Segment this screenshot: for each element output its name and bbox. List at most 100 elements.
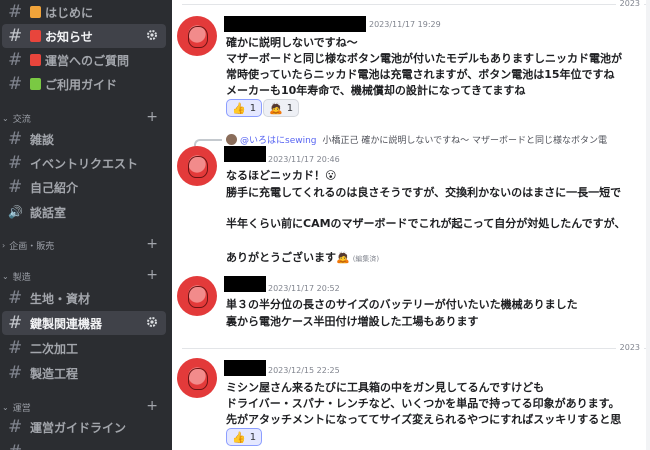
message-text: 先がアタッチメントになっててサイズ変えられるやつにすればスッキリすると思 [226,413,622,426]
message-text: 裏から電池ケース半田付け増設した工場もあります [226,315,479,328]
channel-zatsudan[interactable]: # 雑談 [0,127,168,151]
scrollbar[interactable] [646,0,650,450]
channel-label: お知らせ [45,29,93,44]
folder-emoji-icon [30,6,41,18]
channel-kiki[interactable]: # 鍵製関連機器 [2,311,166,335]
channel-hajimeni[interactable]: # はじめに [0,0,168,24]
redacted-username [224,360,266,376]
hash-icon: # [8,153,23,173]
redacted-username [224,276,266,292]
channel-guide[interactable]: # ご利用ガイド [0,72,168,96]
channel-oshirase[interactable]: # お知らせ [2,24,166,48]
channel-event-request[interactable]: # イベントリクエスト [0,151,168,175]
channel-label: イベントリクエスト [30,156,139,171]
reply-author[interactable]: @いろはにsewing [240,133,317,146]
channel-intro[interactable]: # 自己紹介 [0,175,168,199]
date-divider [182,348,650,349]
message-text: マザーボードと同じ様なボタン電池が付いたモデルもありますしニッカド電池が [226,52,622,65]
hash-icon: # [8,363,23,383]
reply-text: 小橋正己 確かに説明しないですね〜 マザーボードと同じ様なボタン電 [322,136,607,146]
chevron-right-icon: › [2,240,6,250]
channel-kiji[interactable]: # 生地・資材 [0,286,168,310]
category-koryu[interactable]: ⌄ 交流 + [0,109,172,125]
add-channel-icon[interactable]: + [146,398,158,414]
avatar[interactable] [177,146,217,186]
channel-label: 製造工程 [30,366,79,381]
message-pane: 2023 2023/11/17 19:29 確かに説明しないですね〜 マザーボー… [172,0,650,450]
channel-label: 自己紹介 [30,180,79,195]
channel-sidebar: # はじめに # お知らせ # 運営へのご質問 # ご利用ガイド ⌄ 交流 + … [0,0,172,450]
date-divider-label: 2023 [615,0,644,8]
category-seizo[interactable]: ⌄ 製造 + [0,267,172,283]
megaphone-emoji-icon [30,30,41,42]
channel-label: はじめに [45,5,94,20]
message-text: ありがとうございます🙇 (編集済) [226,251,380,264]
hash-icon: # [8,74,23,94]
channel-label: 運営ガイドライン [30,420,127,435]
channel-partial[interactable]: # [0,440,168,450]
hash-icon: # [8,50,23,70]
gear-icon[interactable] [146,316,158,328]
add-channel-icon[interactable]: + [146,267,158,283]
channel-label: 雑談 [30,132,55,147]
message-text: 確かに説明しないですね〜 [226,36,358,49]
channel-label: 二次加工 [30,341,79,356]
message-text: なるほどニッカド！😮 [226,169,337,182]
category-unei[interactable]: ⌄ 運営 + [0,398,172,414]
edited-label: (編集済) [352,255,380,263]
date-divider [182,4,650,5]
hash-icon: # [8,177,23,197]
message-timestamp: 2023/12/15 22:25 [268,366,340,375]
avatar[interactable] [177,16,217,56]
bow-icon: 🙇 [269,101,283,115]
add-channel-icon[interactable]: + [146,236,158,252]
chevron-down-icon: ⌄ [2,271,9,281]
redacted-username [224,146,266,162]
channel-label: 談話室 [30,205,67,220]
channel-label: ご利用ガイド [45,77,118,92]
message-text: 半年くらい前にCAMのマザーボードでこれが起こって自分が対処したんですが、 [226,217,626,230]
reaction-thumbs-up[interactable]: 👍 1 [226,428,263,446]
thumbs-up-icon: 👍 [232,430,246,444]
channel-danwashitsu[interactable]: 🔊 談話室 [0,200,168,224]
chevron-down-icon: ⌄ [2,402,9,412]
avatar[interactable] [177,276,217,316]
message-timestamp: 2023/11/17 19:29 [369,20,441,29]
message-text: 常時使っていたらニッカド電池は充電されますが、ボタン電池は15年位ですね [226,68,615,81]
channel-question[interactable]: # 運営へのご質問 [0,48,168,72]
message-text: 勝手に充電してくれるのは良さそうですが、交換利かないのはまさに一長一短で [226,186,622,199]
hash-icon: # [8,313,23,333]
add-channel-icon[interactable]: + [146,109,158,125]
hash-icon: # [8,2,23,22]
hash-icon: # [8,442,24,450]
reaction-bow[interactable]: 🙇 1 [263,99,300,117]
channel-niji-kako[interactable]: # 二次加工 [0,336,168,360]
redacted-username [224,16,366,32]
hash-icon: # [8,338,23,358]
hash-icon: # [8,129,23,149]
channel-label: 鍵製関連機器 [30,316,103,331]
message-timestamp: 2023/11/17 20:46 [268,155,340,164]
reaction-thumbs-up[interactable]: 👍 1 [226,99,263,117]
channel-label: 生地・資材 [30,291,91,306]
category-kikaku[interactable]: › 企画・販売 + [0,236,172,252]
chevron-down-icon: ⌄ [2,113,9,123]
message-text: 単３の半分位の長さのサイズのバッテリーが付いたいた機械ありました [226,298,578,311]
channel-unei-guideline[interactable]: # 運営ガイドライン [0,415,168,439]
hash-icon: # [8,288,23,308]
gear-icon[interactable] [146,29,158,41]
channel-seizo-kotei[interactable]: # 製造工程 [0,361,168,385]
message-text: メーカーも10年寿命で、機械償却の設計になってきてますね [226,84,526,97]
beginner-emoji-icon [30,78,41,90]
message-timestamp: 2023/11/17 20:52 [268,284,340,293]
channel-label: 運営へのご質問 [45,53,130,68]
thumbs-up-icon: 👍 [232,101,246,115]
speaker-icon: 🔊 [8,205,23,219]
reply-preview[interactable]: @いろはにsewing 小橋正己 確かに説明しないですね〜 マザーボードと同じ様… [226,133,607,146]
avatar[interactable] [177,358,217,398]
hash-icon: # [8,417,23,437]
message-text: ドライバー・スパナ・レンチなど、いくつかを単品で持ってる印象があります。 [226,397,620,410]
message-text: ミシン屋さん来るたびに工具箱の中をガン見してるんですけども [226,381,545,394]
megaphone-emoji-icon [30,54,41,66]
date-divider-label: 2023 [615,343,644,352]
